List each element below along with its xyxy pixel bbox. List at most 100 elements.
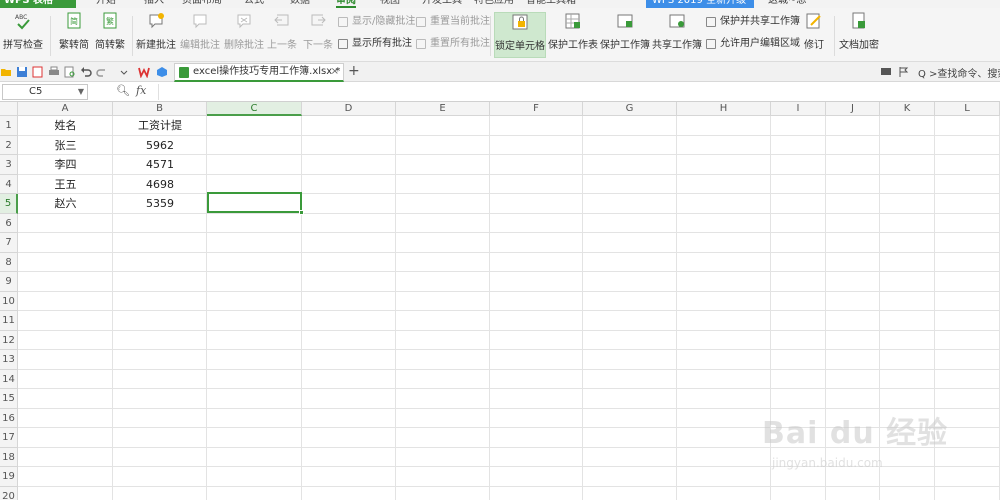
redo-icon[interactable] — [96, 66, 108, 78]
chevron-down-icon[interactable]: ▼ — [78, 85, 84, 99]
allow-edit-ranges-button[interactable]: 允许用户编辑区域 — [706, 36, 800, 52]
row-header[interactable]: 18 — [0, 447, 18, 467]
column-header[interactable]: G — [583, 102, 677, 116]
column-header[interactable]: J — [826, 102, 880, 116]
export-pdf-icon[interactable] — [32, 66, 44, 78]
command-search[interactable]: Q >查找命令、搜索 — [918, 65, 1000, 80]
cloud-cube-icon[interactable] — [156, 66, 168, 78]
protect-sheet-button[interactable]: 保护工作表 — [548, 12, 598, 58]
share-workbook-button[interactable]: 共享工作簿 — [652, 12, 702, 58]
print-preview-icon[interactable] — [64, 66, 76, 78]
column-header[interactable]: H — [677, 102, 771, 116]
cell-salary[interactable]: 5359 — [113, 194, 207, 214]
row-header[interactable]: 1 — [0, 116, 18, 136]
tab-home[interactable]: 开始 — [96, 0, 116, 8]
row-header[interactable]: 8 — [0, 252, 18, 272]
row-header[interactable]: 14 — [0, 369, 18, 389]
reset-all-comments-button[interactable]: 重置所有批注 — [416, 36, 490, 52]
protect-share-workbook-button[interactable]: 保护并共享工作簿 — [706, 14, 800, 30]
next-comment-button[interactable]: 下一条 — [302, 12, 334, 58]
tab-review[interactable]: 审阅 — [336, 0, 356, 8]
protect-workbook-button[interactable]: 保护工作簿 — [600, 12, 650, 58]
row-header[interactable]: 4 — [0, 174, 18, 194]
track-changes-button[interactable]: 修订 — [798, 12, 830, 58]
row-header[interactable]: 6 — [0, 213, 18, 233]
column-header[interactable]: B — [113, 102, 207, 116]
row-header[interactable]: 7 — [0, 233, 18, 253]
row-header[interactable]: 11 — [0, 311, 18, 331]
row-header[interactable]: 17 — [0, 428, 18, 448]
trad-to-simp-button[interactable]: 简 繁转简 — [58, 12, 90, 58]
tab-view[interactable]: 视图 — [380, 0, 400, 8]
row-header[interactable]: 20 — [0, 486, 18, 500]
save-icon[interactable] — [16, 66, 28, 78]
row-header[interactable]: 13 — [0, 350, 18, 370]
column-header[interactable]: L — [935, 102, 1000, 116]
name-box[interactable]: C5 ▼ — [2, 84, 88, 100]
doc-encrypt-button[interactable]: 文档加密 — [838, 12, 880, 58]
cell-name[interactable]: 张三 — [18, 136, 113, 156]
selected-cell-c5[interactable] — [207, 192, 304, 215]
row-header[interactable]: 15 — [0, 389, 18, 409]
tab-page-layout[interactable]: 页面布局 — [182, 0, 222, 8]
cell-name[interactable]: 王五 — [18, 175, 113, 195]
tab-formula[interactable]: 公式 — [244, 0, 264, 8]
reset-current-comment-button[interactable]: 重置当前批注 — [416, 14, 490, 30]
new-tab-plus-icon[interactable]: + — [348, 63, 360, 79]
tab-insert[interactable]: 插入 — [144, 0, 164, 8]
tab-data[interactable]: 数据 — [290, 0, 310, 8]
row-header[interactable]: 2 — [0, 135, 18, 155]
row-header[interactable]: 16 — [0, 408, 18, 428]
new-comment-button[interactable]: 新建批注 — [136, 12, 176, 58]
column-header[interactable]: D — [302, 102, 396, 116]
cell-name[interactable]: 赵六 — [18, 194, 113, 214]
watermark-url: jingyan.baidu.com — [772, 456, 883, 470]
row-header[interactable]: 3 — [0, 155, 18, 175]
fill-handle[interactable] — [299, 210, 304, 215]
cell-salary[interactable]: 5962 — [113, 136, 207, 156]
close-icon[interactable]: × — [331, 64, 339, 80]
chevron-down-icon[interactable] — [118, 66, 130, 78]
show-all-comments-button[interactable]: 显示所有批注 — [338, 36, 412, 52]
simp-to-trad-button[interactable]: 繁 简转繁 — [94, 12, 126, 58]
cell-salary[interactable]: 4571 — [113, 155, 207, 175]
column-header[interactable]: F — [490, 102, 583, 116]
flag-icon[interactable] — [898, 66, 910, 78]
print-icon[interactable] — [48, 66, 60, 78]
app-menu-button[interactable]: WPS 表格 — [0, 0, 76, 8]
row-header[interactable]: 12 — [0, 330, 18, 350]
doc-tab[interactable]: excel操作技巧专用工作簿.xlsx * × — [174, 63, 344, 82]
column-header[interactable]: E — [396, 102, 490, 116]
cell-salary[interactable]: 4698 — [113, 175, 207, 195]
upgrade-banner[interactable]: WPS 2019 全新升级 — [646, 0, 754, 8]
column-header[interactable]: I — [771, 102, 826, 116]
column-header[interactable]: A — [18, 102, 113, 116]
row-header[interactable]: 19 — [0, 467, 18, 487]
spell-check-button[interactable]: ABC 拼写检查 — [2, 12, 44, 58]
tab-developer[interactable]: 开发工具 — [422, 0, 462, 8]
tab-features[interactable]: 特色应用 — [474, 0, 514, 8]
column-header[interactable]: K — [880, 102, 935, 116]
open-folder-icon[interactable] — [0, 66, 12, 78]
select-all-corner[interactable] — [0, 102, 18, 116]
show-hide-comment-button[interactable]: 显示/隐藏批注 — [338, 14, 415, 30]
cell-name[interactable]: 李四 — [18, 155, 113, 175]
cell-salary[interactable]: 工资计提 — [113, 116, 207, 136]
row-header[interactable]: 9 — [0, 272, 18, 292]
zoom-icon[interactable]: 🔍︎ — [116, 84, 130, 97]
row-header[interactable]: 5 — [0, 194, 18, 214]
wps-logo-icon[interactable] — [138, 66, 150, 78]
function-icon[interactable]: fx — [136, 84, 146, 97]
lock-cell-button[interactable]: 锁定单元格 — [494, 12, 546, 58]
cell-name[interactable]: 姓名 — [18, 116, 113, 136]
row-header[interactable]: 10 — [0, 291, 18, 311]
screen-icon[interactable] — [880, 66, 892, 78]
column-header[interactable]: C — [207, 102, 302, 116]
edit-comment-button[interactable]: 编辑批注 — [180, 12, 220, 58]
delete-comment-button[interactable]: 删除批注 — [224, 12, 264, 58]
tab-smart-toolbox[interactable]: 智能工具箱 — [526, 0, 576, 8]
undo-icon[interactable] — [80, 66, 92, 78]
user-name[interactable]: 这城~想 — [768, 0, 806, 8]
prev-comment-button[interactable]: 上一条 — [266, 12, 298, 58]
formula-input[interactable] — [158, 84, 996, 100]
